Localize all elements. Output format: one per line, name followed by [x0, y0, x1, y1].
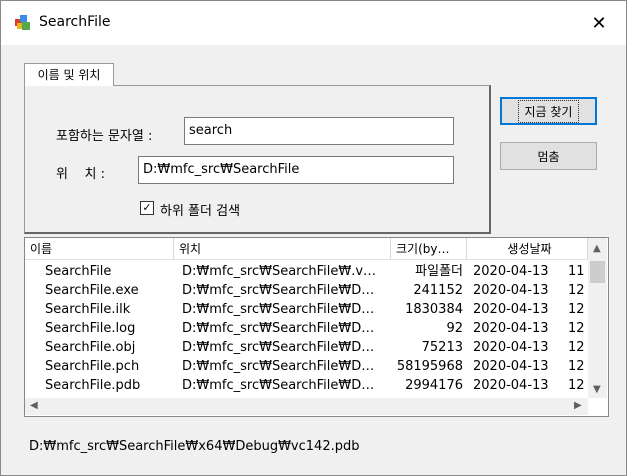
cell-time: 12	[568, 340, 585, 355]
cell-size: 2994176	[405, 378, 463, 393]
cell-name: SearchFile.log	[45, 321, 136, 336]
search-now-label: 지금 찾기	[517, 99, 580, 123]
tab-name-location[interactable]: 이름 및 위치	[24, 63, 114, 86]
list-item[interactable]: SearchFile.pch D:₩mfc_src₩SearchFile₩D… 58…	[25, 357, 590, 376]
subfolder-checkbox[interactable]: ✓	[140, 201, 154, 215]
cell-name: SearchFile.ilk	[45, 302, 131, 317]
cell-date: 2020-04-13	[473, 321, 549, 336]
stop-button[interactable]: 멈춤	[500, 142, 597, 170]
cell-time: 11	[568, 264, 585, 279]
app-icon	[15, 15, 30, 30]
scroll-left-icon[interactable]: ◀	[30, 400, 38, 411]
close-icon: ✕	[591, 12, 607, 34]
contains-input[interactable]: search	[184, 117, 454, 145]
checkmark-icon: ✓	[142, 201, 152, 214]
cell-name: SearchFile	[45, 264, 112, 279]
cell-time: 12	[568, 359, 585, 374]
cell-location: D:₩mfc_src₩SearchFile₩.v…	[182, 264, 377, 279]
cell-location: D:₩mfc_src₩SearchFile₩D…	[182, 283, 375, 298]
cell-date: 2020-04-13	[473, 340, 549, 355]
status-path: D:₩mfc_src₩SearchFile₩x64₩Debug₩vc142.pd…	[29, 439, 360, 454]
scroll-down-icon[interactable]: ▼	[593, 384, 601, 395]
cell-name: SearchFile.pdb	[45, 378, 141, 393]
list-item[interactable]: SearchFile.obj D:₩mfc_src₩SearchFile₩D… 75…	[25, 338, 590, 357]
cell-location: D:₩mfc_src₩SearchFile₩D…	[182, 302, 375, 317]
search-now-button[interactable]: 지금 찾기	[500, 97, 597, 125]
cell-name: SearchFile.pch	[45, 359, 140, 374]
list-item[interactable]: SearchFile.pdb D:₩mfc_src₩SearchFile₩D… 29…	[25, 376, 590, 395]
vertical-scrollbar[interactable]: ▲ ▼	[588, 238, 607, 398]
vertical-scroll-thumb[interactable]	[590, 261, 605, 283]
cell-size: 75213	[421, 340, 463, 355]
scroll-up-icon[interactable]: ▲	[593, 243, 601, 254]
cell-location: D:₩mfc_src₩SearchFile₩D…	[182, 378, 375, 393]
horizontal-scrollbar[interactable]: ◀ ▶	[25, 398, 588, 415]
cell-date: 2020-04-13	[473, 359, 549, 374]
subfolder-label: 하위 폴더 검색	[160, 204, 241, 219]
cell-size: 파일폴더	[415, 264, 463, 279]
cell-time: 12	[568, 321, 585, 336]
cell-location: D:₩mfc_src₩SearchFile₩D…	[182, 321, 375, 336]
cell-date: 2020-04-13	[473, 378, 549, 393]
location-input[interactable]: D:₩mfc_src₩SearchFile	[138, 156, 454, 184]
list-item[interactable]: SearchFile.exe D:₩mfc_src₩SearchFile₩D… 24…	[25, 281, 590, 300]
cell-name: SearchFile.obj	[45, 340, 136, 355]
cell-size: 241152	[413, 283, 463, 298]
results-list[interactable]: 이름 위치 크기(by… 생성날짜 SearchFile D:₩mfc_src₩S…	[24, 237, 609, 417]
scroll-right-icon[interactable]: ▶	[574, 400, 582, 411]
title-bar[interactable]: SearchFile ✕	[1, 1, 626, 45]
cell-date: 2020-04-13	[473, 302, 549, 317]
cell-time: 12	[568, 302, 585, 317]
cell-location: D:₩mfc_src₩SearchFile₩D…	[182, 359, 375, 374]
cell-time: 12	[568, 378, 585, 393]
location-label: 위 치 :	[56, 167, 105, 182]
column-header-name[interactable]: 이름	[25, 238, 174, 260]
cell-size: 92	[446, 321, 463, 336]
cell-date: 2020-04-13	[473, 264, 549, 279]
window-title: SearchFile	[39, 14, 111, 30]
cell-time: 12	[568, 283, 585, 298]
stop-label: 멈춤	[537, 149, 560, 164]
list-item[interactable]: SearchFile.log D:₩mfc_src₩SearchFile₩D… 92…	[25, 319, 590, 338]
cell-date: 2020-04-13	[473, 283, 549, 298]
cell-size: 1830384	[405, 302, 463, 317]
column-header-location[interactable]: 위치	[174, 238, 391, 260]
cell-name: SearchFile.exe	[45, 283, 139, 298]
cell-location: D:₩mfc_src₩SearchFile₩D…	[182, 340, 375, 355]
list-item[interactable]: SearchFile.ilk D:₩mfc_src₩SearchFile₩D… 18…	[25, 300, 590, 319]
search-file-window: SearchFile ✕ 이름 및 위치 포함하는 문자열 : search 위…	[0, 0, 627, 476]
column-header-date[interactable]: 생성날짜	[467, 238, 588, 260]
close-button[interactable]: ✕	[584, 9, 614, 37]
cell-size: 58195968	[396, 359, 463, 374]
column-header-size[interactable]: 크기(by…	[391, 238, 467, 260]
contains-label: 포함하는 문자열 :	[56, 129, 153, 144]
list-item[interactable]: SearchFile D:₩mfc_src₩SearchFile₩.v… 파일폴더 2…	[25, 262, 590, 281]
